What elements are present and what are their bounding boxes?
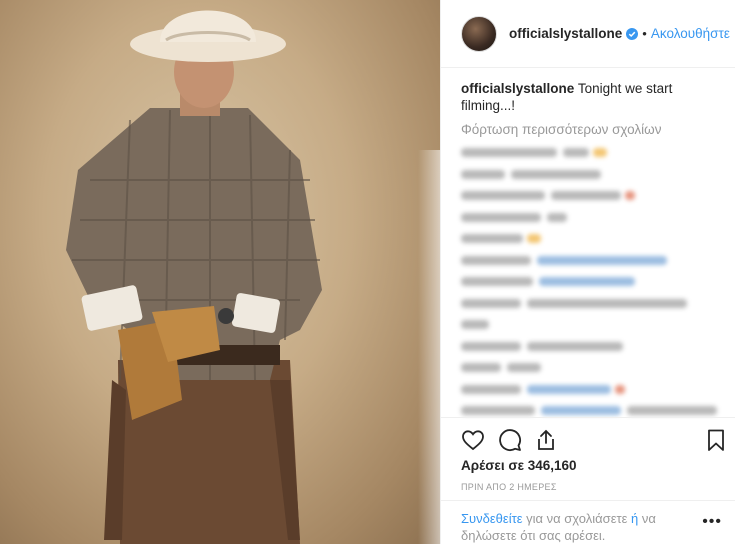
login-prompt-mid: για να σχολιάσετε	[522, 511, 632, 526]
list-item	[461, 340, 723, 353]
list-item	[461, 361, 723, 374]
watch	[218, 308, 234, 324]
header-username[interactable]: officialslystallone	[509, 26, 622, 41]
post-photo[interactable]	[0, 0, 440, 544]
bookmark-icon[interactable]	[704, 428, 728, 452]
separator-dot: •	[642, 26, 647, 41]
load-more-comments-button[interactable]: Φόρτωση περισσότερων σχολίων	[461, 122, 661, 137]
avatar[interactable]	[461, 15, 497, 52]
list-item	[461, 404, 723, 417]
list-item	[461, 189, 723, 202]
list-item	[461, 275, 723, 288]
portrait-photo	[66, 10, 322, 544]
list-item	[461, 146, 723, 159]
list-item	[461, 254, 723, 267]
list-item	[461, 383, 723, 396]
likes-count[interactable]: Αρέσει σε 346,160	[461, 458, 577, 473]
comments-list	[461, 146, 723, 426]
post-header: officialslystallone • Ακολουθήστε	[441, 0, 735, 68]
caption-username[interactable]: officialslystallone	[461, 81, 574, 96]
comment-footer: Συνδεθείτε για να σχολιάσετε ή να δηλώσε…	[441, 500, 735, 544]
login-link[interactable]: Συνδεθείτε	[461, 511, 523, 526]
comment-icon[interactable]	[498, 428, 522, 452]
post-details-panel: officialslystallone • Ακολουθήστε offici…	[440, 0, 735, 544]
list-item	[461, 318, 723, 331]
list-item	[461, 168, 723, 181]
heart-icon[interactable]	[461, 428, 485, 452]
next-photo-edge	[418, 150, 440, 544]
list-item	[461, 297, 723, 310]
post-actions	[441, 417, 735, 457]
list-item	[461, 211, 723, 224]
post-caption: officialslystallone Tonight we start fil…	[461, 80, 723, 114]
follow-button[interactable]: Ακολουθήστε	[651, 26, 730, 41]
login-prompt: Συνδεθείτε για να σχολιάσετε ή να δηλώσε…	[461, 510, 691, 544]
post-timestamp[interactable]: ΠΡΙΝ ΑΠΟ 2 ΗΜΕΡΕΣ	[461, 482, 557, 492]
verified-badge-icon	[626, 27, 639, 40]
more-options-button[interactable]: •••	[702, 513, 722, 531]
share-icon[interactable]	[534, 428, 558, 452]
list-item	[461, 232, 723, 245]
